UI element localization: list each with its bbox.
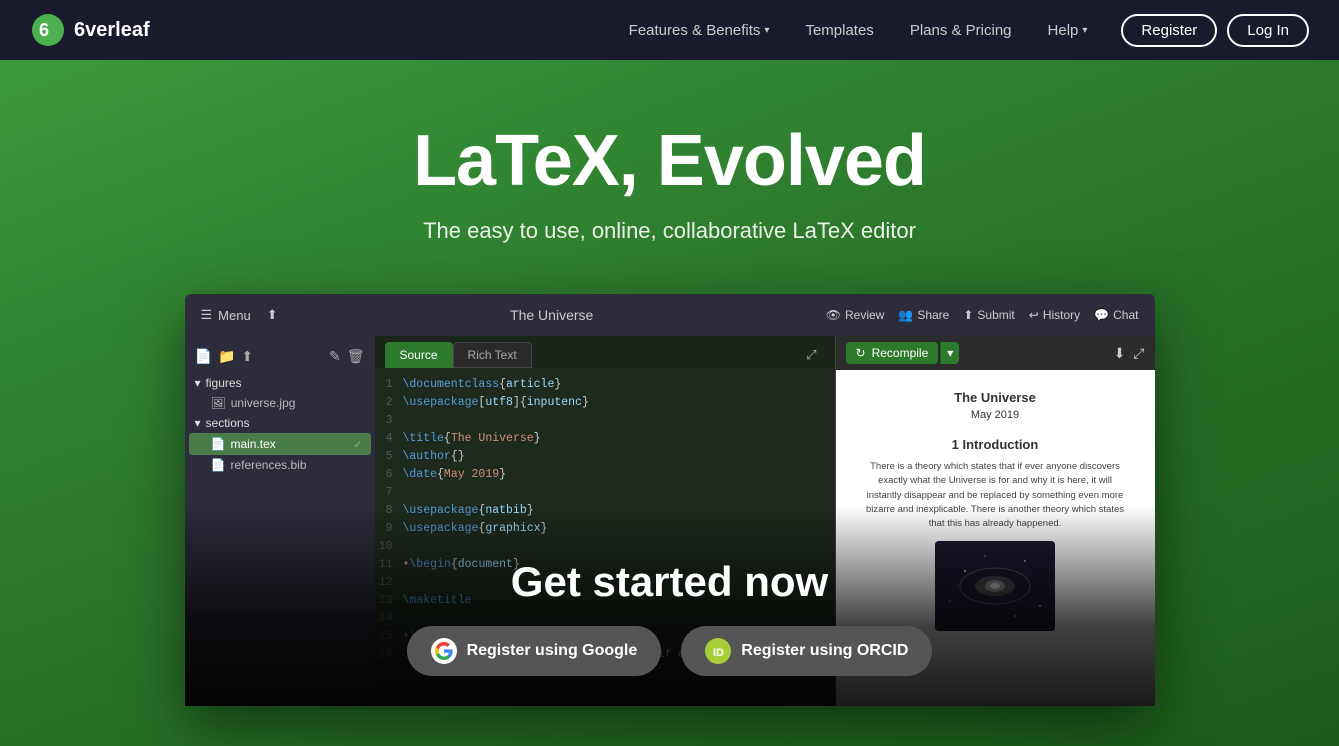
submit-button[interactable]: ⬆ Submit <box>963 308 1014 322</box>
orcid-icon: ID <box>705 638 731 664</box>
preview-section-title: 1 Introduction <box>861 437 1130 452</box>
hero-subtitle: The easy to use, online, collaborative L… <box>20 218 1319 244</box>
menu-button[interactable]: ☰ Menu ⬆ <box>201 307 278 323</box>
file-icon: 🖼 <box>211 396 226 410</box>
nav-features[interactable]: Features & Benefits ▾ <box>615 14 784 47</box>
edit-icon[interactable]: ✎ <box>329 348 341 365</box>
nav-help[interactable]: Help ▾ <box>1034 14 1102 47</box>
delete-icon[interactable]: 🗑 <box>347 348 365 365</box>
refresh-icon: ↻ <box>856 346 866 360</box>
file-main-tex[interactable]: 📄 main.tex ✓ <box>189 433 371 455</box>
topbar-actions: 👁 Review 👥 Share ⬆ Submit ↩ History 💬 <box>826 308 1139 322</box>
logo-icon: 6 <box>30 12 66 48</box>
tex-file-icon: 📄 <box>211 437 226 451</box>
file-tree-toolbar: 📄 📁 ⬆ ✎ 🗑 <box>185 344 375 373</box>
history-button[interactable]: ↩ History <box>1029 308 1080 322</box>
review-button[interactable]: 👁 Review <box>826 308 885 322</box>
bottom-overlay: Get started now Register using Google <box>185 506 1155 706</box>
google-icon <box>431 638 457 664</box>
chevron-down-icon: ▾ <box>1082 25 1087 36</box>
logo-text: 6verleaf <box>74 19 150 42</box>
upload-icon: ⬆ <box>267 307 278 323</box>
expand-icon[interactable]: ⤢ <box>798 343 824 367</box>
navbar: 6 6verleaf Features & Benefits ▾ Templat… <box>0 0 1339 60</box>
recompile-button[interactable]: ↻ Recompile <box>846 342 939 364</box>
document-title: The Universe <box>510 307 593 323</box>
expand-preview-icon[interactable]: ⤢ <box>1133 345 1144 362</box>
folder-label-sections: sections <box>206 416 250 430</box>
editor-mockup: ☰ Menu ⬆ The Universe 👁 Review 👥 Share ⬆… <box>185 294 1155 706</box>
chevron-down-icon: ▾ <box>764 25 769 36</box>
hero-title: LaTeX, Evolved <box>20 120 1319 202</box>
hero-section: LaTeX, Evolved The easy to use, online, … <box>0 60 1339 746</box>
recompile-dropdown[interactable]: ▾ <box>940 342 959 364</box>
upload-files-icon[interactable]: ⬆ <box>241 348 253 365</box>
svg-text:6: 6 <box>39 20 49 40</box>
bib-file-icon: 📄 <box>211 458 226 472</box>
folder-sections[interactable]: ▾ sections <box>185 413 375 433</box>
download-icon[interactable]: ⬇ <box>1114 345 1126 362</box>
nav-templates[interactable]: Templates <box>791 14 887 47</box>
chat-button[interactable]: 💬 Chat <box>1094 308 1138 322</box>
preview-doc-date: May 2019 <box>861 409 1130 421</box>
nav-links: Features & Benefits ▾ Templates Plans & … <box>615 14 1102 47</box>
source-tabs: Source Rich Text ⤢ <box>375 336 835 368</box>
file-references-bib[interactable]: 📄 references.bib <box>185 455 375 475</box>
folder-icon: ▾ <box>195 376 201 390</box>
file-universe-jpg[interactable]: 🖼 universe.jpg <box>185 393 375 413</box>
register-orcid-button[interactable]: ID Register using ORCID <box>681 626 932 676</box>
check-icon: ✓ <box>353 438 362 451</box>
register-button[interactable]: Register <box>1121 14 1217 47</box>
preview-actions: ⬇ ⤢ <box>1114 345 1145 362</box>
folder-icon: ▾ <box>195 416 201 430</box>
tab-rich-text[interactable]: Rich Text <box>453 342 532 368</box>
share-button[interactable]: 👥 Share <box>898 308 949 322</box>
cta-buttons: Register using Google ID Register using … <box>407 626 933 676</box>
menu-icon: ☰ <box>201 307 213 323</box>
new-folder-icon[interactable]: 📁 <box>218 348 235 365</box>
logo[interactable]: 6 6verleaf <box>30 12 150 48</box>
nav-pricing[interactable]: Plans & Pricing <box>896 14 1026 47</box>
register-google-button[interactable]: Register using Google <box>407 626 662 676</box>
preview-doc-title: The Universe <box>861 390 1130 405</box>
editor-topbar: ☰ Menu ⬆ The Universe 👁 Review 👥 Share ⬆… <box>185 294 1155 336</box>
nav-buttons: Register Log In <box>1121 14 1309 47</box>
folder-figures[interactable]: ▾ figures <box>185 373 375 393</box>
share-icon: 👥 <box>898 308 913 322</box>
folder-label-figures: figures <box>206 376 242 390</box>
login-button[interactable]: Log In <box>1227 14 1309 47</box>
new-file-icon[interactable]: 📄 <box>195 348 212 365</box>
get-started-heading: Get started now <box>511 558 828 606</box>
submit-icon: ⬆ <box>963 308 973 322</box>
chat-icon: 💬 <box>1094 308 1109 322</box>
review-icon: 👁 <box>826 308 841 322</box>
tab-source[interactable]: Source <box>385 342 453 368</box>
preview-toolbar: ↻ Recompile ▾ ⬇ ⤢ <box>836 336 1155 370</box>
history-icon: ↩ <box>1029 308 1039 322</box>
